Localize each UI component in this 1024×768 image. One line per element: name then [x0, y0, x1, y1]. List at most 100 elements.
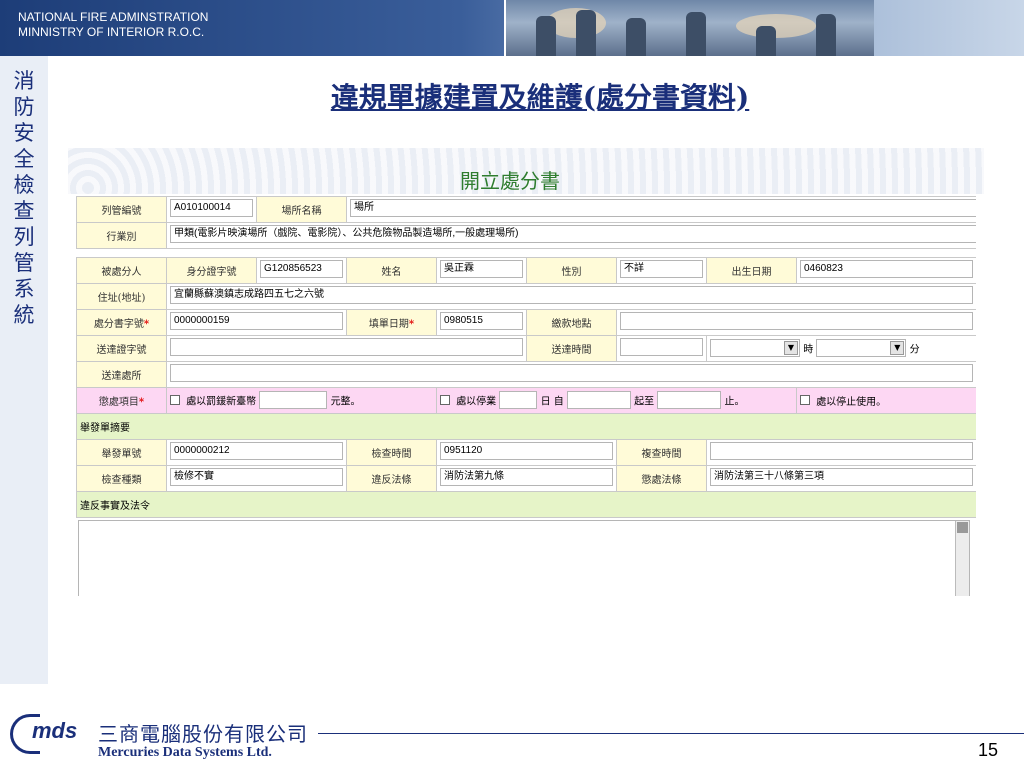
- pay-place-input[interactable]: [620, 311, 973, 330]
- send-time-input[interactable]: [620, 337, 703, 356]
- sex-label: 性別: [526, 256, 617, 284]
- company-name-en: Mercuries Data Systems Ltd.: [98, 745, 272, 760]
- form-row-laws: 檢查種類 檢修不實 違反法條 消防法第九條 懲處法條 消防法第三十八條第三項: [76, 464, 976, 492]
- required-star-icon: *: [143, 318, 150, 330]
- chevron-down-icon: ▼: [890, 341, 905, 355]
- address-input[interactable]: 宜蘭縣蘇澳鎮志成路四五七之六號: [170, 285, 973, 304]
- suspend-checkbox[interactable]: [440, 395, 450, 405]
- check-type-cell: 檢修不實: [166, 464, 347, 492]
- send-time-label: 送達時間: [526, 334, 617, 362]
- target-label: 被處分人: [76, 256, 167, 284]
- from-label: 自: [553, 396, 564, 408]
- fill-date-input[interactable]: 0980515: [440, 311, 523, 330]
- to-label: 起至: [634, 396, 655, 408]
- send-place-input[interactable]: [170, 363, 973, 382]
- scroll-up-icon[interactable]: [957, 521, 968, 533]
- violation-law-cell: 消防法第九條: [436, 464, 617, 492]
- hour-select[interactable]: ▼: [710, 339, 800, 357]
- minute-select[interactable]: ▼: [816, 339, 907, 357]
- report-no-label: 舉發單號: [76, 438, 167, 466]
- pay-place-label: 繳款地點: [526, 308, 617, 336]
- id-input[interactable]: G120856523: [260, 259, 343, 278]
- summary-section-header: 舉發單摘要: [76, 412, 976, 440]
- form-row-address: 住址(地址) 宜蘭縣蘇澳鎮志成路四五七之六號: [76, 282, 976, 310]
- suspend-from-input[interactable]: [566, 391, 631, 409]
- chevron-down-icon: ▼: [784, 341, 798, 355]
- name-input[interactable]: 吳正霖: [440, 259, 523, 278]
- recheck-time-cell: [706, 438, 976, 466]
- form-row-send-place: 送達處所: [76, 360, 976, 388]
- place-name-cell: 場所: [346, 196, 976, 223]
- name-cell: 吳正霖: [436, 256, 527, 284]
- org-name-line2: MINNISTRY OF INTERIOR R.O.C.: [18, 25, 205, 39]
- fine-checkbox[interactable]: [170, 395, 180, 405]
- doc-no-input[interactable]: 0000000159: [170, 311, 343, 330]
- fill-date-label: 填單日期*: [346, 308, 437, 336]
- logo-mark: mds: [32, 718, 78, 743]
- penalty-label: 懲處項目*: [76, 386, 167, 414]
- form-title: 開立處分書: [460, 169, 560, 193]
- firefighter-photo: [504, 0, 874, 56]
- form-row-target: 被處分人 身分證字號 G120856523 姓名 吳正霖 性別 不詳 出生日期 …: [76, 256, 976, 284]
- fill-date-label-text: 填單日期: [368, 318, 409, 330]
- penalty-label-text: 懲處項目: [98, 396, 139, 408]
- place-name-input[interactable]: 場所: [350, 199, 976, 217]
- fine-cell: 處以罰鍰新臺幣 元整。: [166, 386, 437, 414]
- sex-input[interactable]: 不詳: [620, 259, 703, 278]
- send-no-input[interactable]: [170, 337, 523, 356]
- list-no-cell: A010100014: [166, 196, 257, 223]
- org-name: NATIONAL FIRE ADMINSTRATION MINNISTRY OF…: [18, 10, 208, 40]
- header-banner: NATIONAL FIRE ADMINSTRATION MINNISTRY OF…: [0, 0, 1024, 56]
- name-label: 姓名: [346, 256, 437, 284]
- doc-no-label-text: 處分書字號: [93, 318, 144, 330]
- minute-unit: 分: [909, 344, 920, 356]
- stop-use-label: 處以停止使用。: [816, 396, 887, 408]
- category-input[interactable]: 甲類(電影片映演場所（戲院、電影院）、公共危險物品製造場所,一般處理場所): [170, 225, 976, 243]
- fine-label: 處以罰鍰新臺幣: [186, 396, 257, 408]
- hour-unit: 時: [803, 344, 814, 356]
- sex-cell: 不詳: [616, 256, 707, 284]
- form-row-doc: 處分書字號* 0000000159 填單日期* 0980515 繳款地點: [76, 308, 976, 336]
- form-row-penalty: 懲處項目* 處以罰鍰新臺幣 元整。 處以停業 日 自 起至 止。 處以停止使用。: [76, 386, 976, 414]
- sidebar: 消防安全檢查列管系統: [0, 56, 48, 684]
- address-cell: 宜蘭縣蘇澳鎮志成路四五七之六號: [166, 282, 976, 310]
- suspend-days-input[interactable]: [499, 391, 538, 409]
- stop-use-checkbox[interactable]: [800, 395, 810, 405]
- recheck-time-input[interactable]: [710, 441, 973, 460]
- org-name-line1: NATIONAL FIRE ADMINSTRATION: [18, 10, 209, 24]
- birth-label: 出生日期: [706, 256, 797, 284]
- slide-title: 違規單據建置及維護(處分書資料): [330, 81, 750, 114]
- check-time-cell: 0951120: [436, 438, 617, 466]
- send-place-label: 送達處所: [76, 360, 167, 388]
- report-no-input[interactable]: 0000000212: [170, 441, 343, 460]
- list-no-input[interactable]: A010100014: [170, 199, 253, 217]
- textarea-scrollbar[interactable]: [955, 520, 969, 596]
- penalty-law-input[interactable]: 消防法第三十八條第三項: [710, 467, 973, 486]
- facts-section-header: 違反事實及法令: [76, 490, 976, 518]
- check-type-input[interactable]: 檢修不實: [170, 467, 343, 486]
- form-table-main: 被處分人 身分證字號 G120856523 姓名 吳正霖 性別 不詳 出生日期 …: [76, 256, 976, 518]
- send-time-cell: [616, 334, 707, 362]
- list-no-label: 列管編號: [76, 196, 167, 223]
- doc-no-label: 處分書字號*: [76, 308, 167, 336]
- form-row-send: 送達證字號 送達時間 ▼ 時 ▼ 分: [76, 334, 976, 362]
- suspend-to-input[interactable]: [657, 391, 722, 409]
- form-row-category: 行業別 甲類(電影片映演場所（戲院、電影院）、公共危險物品製造場所,一般處理場所…: [76, 222, 976, 249]
- pay-place-cell: [616, 308, 976, 336]
- report-no-cell: 0000000212: [166, 438, 347, 466]
- stop-label: 止。: [724, 396, 745, 408]
- summary-section-row: 舉發單摘要: [76, 412, 976, 440]
- system-name: 消防安全檢查列管系統: [13, 69, 35, 327]
- send-hour-minute-cell: ▼ 時 ▼ 分: [706, 334, 976, 362]
- category-cell: 甲類(電影片映演場所（戲院、電影院）、公共危險物品製造場所,一般處理場所): [166, 222, 976, 249]
- required-star-icon: *: [408, 318, 415, 330]
- birth-input[interactable]: 0460823: [800, 259, 973, 278]
- facts-textarea[interactable]: [78, 519, 970, 596]
- check-time-input[interactable]: 0951120: [440, 441, 613, 460]
- facts-section-row: 違反事實及法令: [76, 490, 976, 518]
- company-logo: mds 三商電腦股份有限公司 Mercuries Data Systems Lt…: [10, 710, 310, 762]
- violation-law-input[interactable]: 消防法第九條: [440, 467, 613, 486]
- fine-amount-input[interactable]: [259, 391, 328, 409]
- check-time-label: 檢查時間: [346, 438, 437, 466]
- penalty-form: 列管編號 A010100014 場所名稱 場所 行業別 甲類(電影片映演場所（戲…: [76, 196, 976, 596]
